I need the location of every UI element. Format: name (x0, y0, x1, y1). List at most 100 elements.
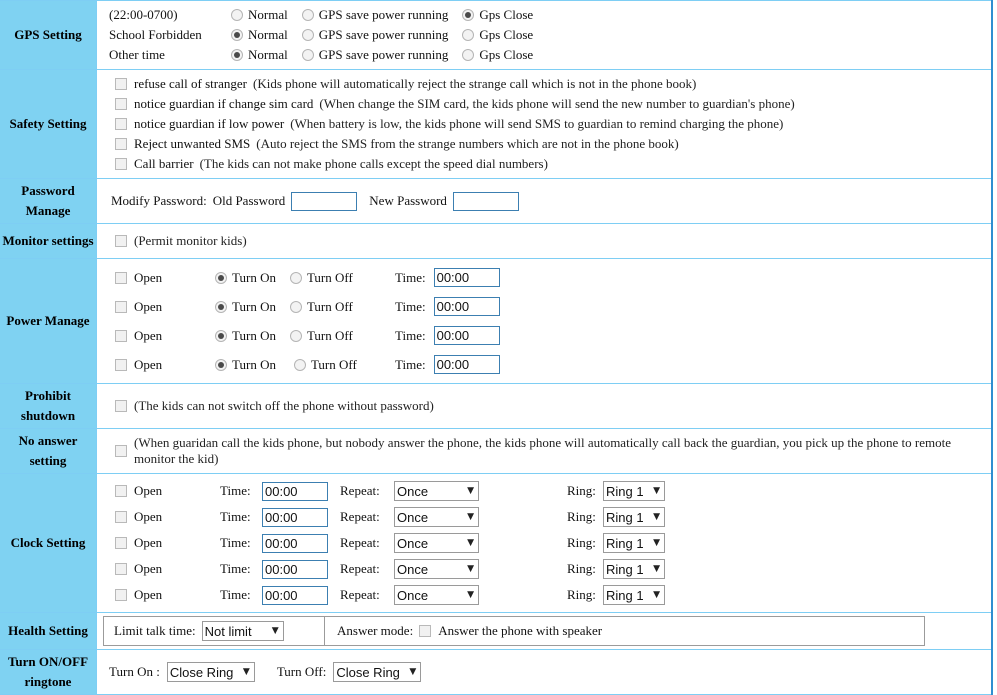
gps-row: Other time Normal GPS save power running… (109, 45, 991, 65)
clock-open-label: Open (134, 509, 163, 524)
power-radio-turn-on[interactable] (215, 358, 227, 371)
clock-time-input[interactable] (262, 533, 328, 553)
clock-time-input[interactable] (262, 559, 328, 579)
power-checkbox-open[interactable] (115, 329, 127, 342)
new-password-label: New Password (369, 193, 447, 208)
clock-checkbox-open[interactable] (115, 537, 127, 549)
power-label-turn-on: Turn On (232, 327, 276, 343)
gps-radio-normal[interactable] (231, 49, 243, 61)
clock-ring-label: Ring: (567, 509, 596, 524)
clock-time-input[interactable] (262, 585, 328, 605)
power-time-input[interactable] (433, 297, 500, 316)
clock-checkbox-open[interactable] (115, 589, 127, 601)
ringtone-turn-off-label: Turn Off: (276, 664, 327, 679)
gps-radio-save-power[interactable] (301, 29, 314, 41)
power-radio-turn-off[interactable] (289, 271, 302, 284)
power-checkbox-open[interactable] (115, 300, 127, 313)
power-radio-turn-off[interactable] (289, 329, 302, 342)
row-prohibit-shutdown: Prohibit shutdown (The kids can not swit… (0, 383, 992, 429)
old-password-input[interactable] (291, 191, 358, 211)
power-radio-turn-on[interactable] (215, 329, 227, 342)
power-open-wrap: Open (115, 270, 215, 286)
power-checkbox-open[interactable] (115, 358, 127, 371)
clock-ring-select[interactable]: Ring 1 (603, 559, 665, 579)
safety-checkbox-refuse-stranger[interactable] (115, 78, 127, 90)
clock-checkbox-open[interactable] (115, 563, 127, 575)
safety-item-desc: (When battery is low, the kids phone wil… (290, 116, 784, 131)
sidebar-label-clock-setting: Clock Setting (0, 473, 97, 613)
clock-row: Open Time: Repeat: Once ▼ Ring: Ring 1 ▼ (115, 478, 991, 504)
gps-radio-save-power[interactable] (301, 49, 314, 61)
clock-repeat-select[interactable]: Once (394, 481, 479, 501)
power-label-turn-on: Turn On (232, 356, 276, 372)
clock-ring-select-wrap: Ring 1 ▼ (603, 533, 665, 553)
clock-ring-label: Ring: (567, 561, 596, 576)
power-label-turn-off: Turn Off (306, 327, 353, 343)
power-time-input[interactable] (433, 268, 500, 287)
modify-password-label: Modify Password: (111, 193, 207, 208)
limit-talk-time-select[interactable]: Not limit (201, 621, 284, 641)
gps-radio-close[interactable] (462, 29, 475, 41)
gps-radio-label-normal: Normal (248, 47, 288, 62)
gps-radio-normal[interactable] (231, 9, 243, 21)
clock-checkbox-open[interactable] (115, 485, 127, 497)
safety-checkbox-low-power[interactable] (115, 118, 127, 130)
clock-time-label: Time: (220, 483, 251, 498)
monitor-line: (Permit monitor kids) (115, 228, 991, 254)
prohibit-checkbox[interactable] (115, 400, 127, 412)
row-gps-setting: GPS Setting (22:00-0700) Normal GPS save… (0, 0, 992, 70)
sidebar-label-power-manage: Power Manage (0, 258, 97, 384)
clock-repeat-select[interactable]: Once (394, 559, 479, 579)
ringtone-turn-off-select[interactable]: Close Ring (333, 662, 422, 682)
power-radio-turn-on[interactable] (215, 271, 227, 284)
clock-time-label: Time: (220, 587, 251, 602)
safety-checkbox-call-barrier[interactable] (115, 158, 127, 170)
gps-radio-normal[interactable] (231, 29, 243, 41)
clock-ring-select[interactable]: Ring 1 (603, 507, 665, 527)
safety-item-desc: (The kids can not make phone calls excep… (199, 156, 548, 171)
power-row: Open Turn On Turn Off Time: (115, 321, 991, 350)
power-radio-group: Turn On Turn Off (215, 270, 395, 286)
clock-ring-select[interactable]: Ring 1 (603, 533, 665, 553)
clock-open-label: Open (134, 587, 163, 602)
power-open-label: Open (134, 269, 163, 285)
gps-radio-close[interactable] (462, 9, 475, 21)
clock-checkbox-open[interactable] (115, 511, 127, 523)
power-time-input[interactable] (433, 355, 500, 374)
clock-time-input[interactable] (262, 507, 328, 527)
safety-item: Call barrier (The kids can not make phon… (115, 154, 991, 174)
answer-mode-group: Answer mode: Answer the phone with speak… (325, 623, 602, 639)
password-line: Modify Password: Old Password New Passwo… (111, 184, 991, 218)
clock-open-wrap: Open (115, 587, 220, 603)
gps-radio-label-save-power: GPS save power running (318, 47, 449, 62)
row-safety-setting: Safety Setting refuse call of stranger (… (0, 69, 992, 179)
sidebar-label-no-answer-setting: No answer setting (0, 428, 97, 474)
power-radio-turn-on[interactable] (215, 300, 227, 313)
clock-ring-select[interactable]: Ring 1 (603, 585, 665, 605)
power-open-label: Open (134, 327, 163, 343)
power-label-turn-off: Turn Off (310, 356, 357, 372)
sidebar-label-monitor-settings: Monitor settings (0, 223, 97, 259)
no-answer-checkbox[interactable] (115, 445, 127, 457)
monitor-checkbox-permit[interactable] (115, 235, 127, 247)
settings-table: GPS Setting (22:00-0700) Normal GPS save… (0, 0, 993, 695)
clock-repeat-select[interactable]: Once (394, 507, 479, 527)
answer-speaker-checkbox[interactable] (419, 625, 432, 637)
power-radio-turn-off[interactable] (289, 300, 302, 313)
safety-item-desc: (Kids phone will automatically reject th… (252, 76, 697, 91)
clock-repeat-select[interactable]: Once (394, 533, 479, 553)
ringtone-turn-on-select[interactable]: Close Ring (166, 662, 255, 682)
clock-ring-select[interactable]: Ring 1 (603, 481, 665, 501)
power-time-input[interactable] (433, 326, 500, 345)
new-password-input[interactable] (452, 191, 519, 211)
gps-radio-save-power[interactable] (301, 9, 314, 21)
clock-time-input[interactable] (262, 481, 328, 501)
safety-item: notice guardian if low power (When batte… (115, 114, 991, 134)
gps-radio-close[interactable] (462, 49, 475, 61)
power-radio-turn-off[interactable] (293, 358, 306, 371)
power-checkbox-open[interactable] (115, 271, 127, 284)
safety-checkbox-reject-sms[interactable] (115, 138, 127, 150)
clock-ring-select-wrap: Ring 1 ▼ (603, 559, 665, 579)
safety-checkbox-sim-change[interactable] (115, 98, 127, 110)
clock-repeat-select[interactable]: Once (394, 585, 479, 605)
